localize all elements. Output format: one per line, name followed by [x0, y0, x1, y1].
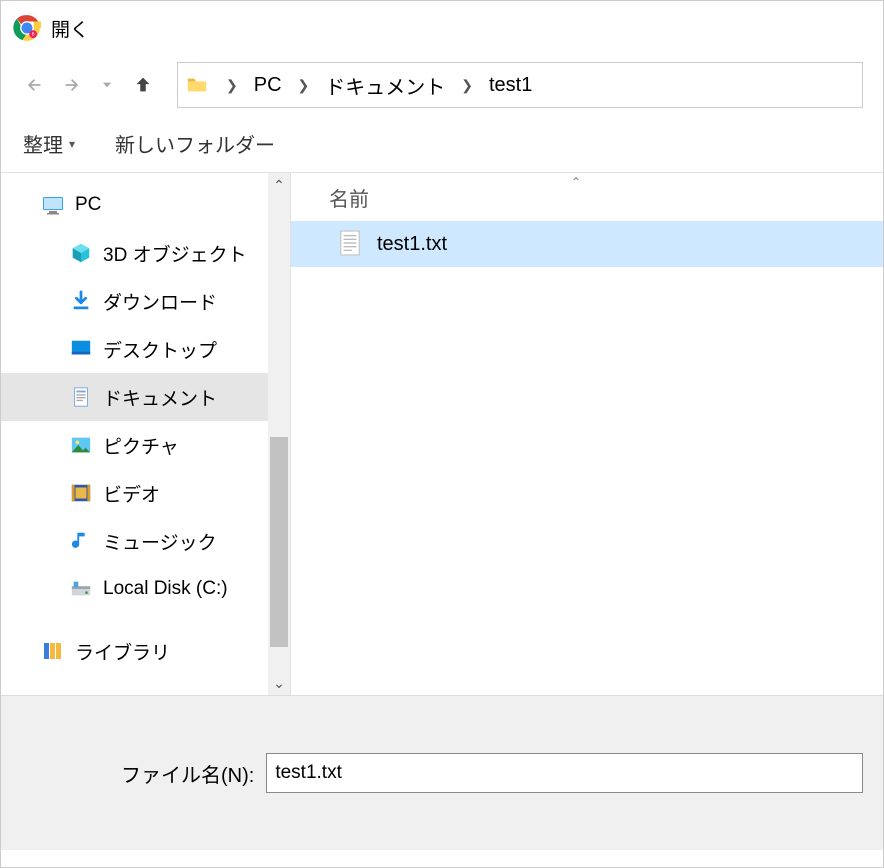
sidebar-item-videos[interactable]: ビデオ — [1, 469, 290, 517]
sidebar-item-desktop[interactable]: デスクトップ — [1, 325, 290, 373]
header-name-label: 名前 — [329, 183, 369, 212]
up-button[interactable] — [129, 71, 157, 99]
sidebar-downloads-label: ダウンロード — [103, 288, 217, 315]
chevron-right-icon[interactable]: ❯ — [288, 77, 320, 94]
breadcrumb-test1[interactable]: test1 — [485, 72, 536, 99]
cube-icon — [69, 241, 93, 265]
file-list: 名前 ⌃ test1.txt — [291, 173, 883, 695]
sidebar-scrollbar[interactable]: ⌃ ⌄ — [268, 173, 290, 695]
text-file-icon — [339, 230, 363, 258]
download-icon — [69, 289, 93, 313]
nav-row: ❯ PC ❯ ドキュメント ❯ test1 — [1, 55, 883, 115]
sidebar-item-pictures[interactable]: ピクチャ — [1, 421, 290, 469]
footer: ファイル名(N): — [1, 695, 883, 850]
scrollbar-down-icon[interactable]: ⌄ — [268, 671, 290, 695]
libraries-icon — [41, 639, 65, 663]
file-row[interactable]: test1.txt — [291, 221, 883, 267]
filename-input[interactable] — [266, 753, 863, 793]
chevron-right-icon[interactable]: ❯ — [216, 77, 248, 94]
window-title: 開く — [51, 15, 89, 42]
sidebar-item-3d-objects[interactable]: 3D オブジェクト — [1, 229, 290, 277]
scrollbar-thumb[interactable] — [270, 437, 288, 647]
sidebar-item-documents[interactable]: ドキュメント — [1, 373, 290, 421]
address-bar[interactable]: ❯ PC ❯ ドキュメント ❯ test1 — [177, 62, 863, 108]
svg-text:B: B — [32, 32, 35, 37]
chevron-down-icon: ▾ — [69, 137, 75, 151]
chevron-right-icon[interactable]: ❯ — [451, 77, 483, 94]
sidebar-videos-label: ビデオ — [103, 480, 160, 507]
toolbar: 整理 ▾ 新しいフォルダー — [1, 115, 883, 173]
pictures-icon — [69, 433, 93, 457]
videos-icon — [69, 481, 93, 505]
body-area: PC 3D オブジェクト ダウンロード デスクトップ ドキュメント — [1, 173, 883, 695]
sidebar-documents-label: ドキュメント — [103, 384, 217, 411]
sidebar-desktop-label: デスクトップ — [103, 336, 217, 363]
scrollbar-up-icon[interactable]: ⌃ — [268, 173, 290, 197]
sidebar-3d-label: 3D オブジェクト — [103, 240, 247, 267]
chrome-icon: B — [13, 14, 41, 42]
sidebar-item-music[interactable]: ミュージック — [1, 517, 290, 565]
documents-icon — [69, 385, 93, 409]
organize-button[interactable]: 整理 ▾ — [23, 129, 75, 158]
sidebar: PC 3D オブジェクト ダウンロード デスクトップ ドキュメント — [1, 173, 291, 695]
filename-label: ファイル名(N): — [121, 759, 254, 788]
recent-dropdown[interactable] — [93, 71, 121, 99]
desktop-icon — [69, 337, 93, 361]
sidebar-music-label: ミュージック — [103, 528, 217, 555]
title-bar: B 開く — [1, 1, 883, 55]
sort-ascending-icon: ⌃ — [571, 175, 581, 189]
disk-icon — [69, 577, 93, 601]
scrollbar-track[interactable] — [268, 197, 290, 671]
sidebar-item-pc[interactable]: PC — [1, 181, 290, 229]
sidebar-localdisk-label: Local Disk (C:) — [103, 578, 228, 600]
sidebar-item-localdisk[interactable]: Local Disk (C:) — [1, 565, 290, 613]
new-folder-button[interactable]: 新しいフォルダー — [115, 129, 275, 158]
sidebar-item-libraries[interactable]: ライブラリ — [1, 627, 290, 675]
breadcrumb-documents[interactable]: ドキュメント — [321, 69, 449, 102]
sidebar-item-downloads[interactable]: ダウンロード — [1, 277, 290, 325]
new-folder-label: 新しいフォルダー — [115, 129, 275, 158]
folder-icon — [186, 74, 208, 96]
sidebar-pc-label: PC — [75, 194, 101, 216]
pc-icon — [41, 193, 65, 217]
back-button[interactable] — [21, 71, 49, 99]
organize-label: 整理 — [23, 129, 63, 158]
sidebar-libraries-label: ライブラリ — [75, 638, 170, 665]
sidebar-pictures-label: ピクチャ — [103, 432, 179, 459]
breadcrumb-pc[interactable]: PC — [250, 72, 286, 99]
file-name: test1.txt — [377, 233, 447, 256]
column-header-name[interactable]: 名前 ⌃ — [291, 173, 883, 221]
music-icon — [69, 529, 93, 553]
forward-button[interactable] — [57, 71, 85, 99]
